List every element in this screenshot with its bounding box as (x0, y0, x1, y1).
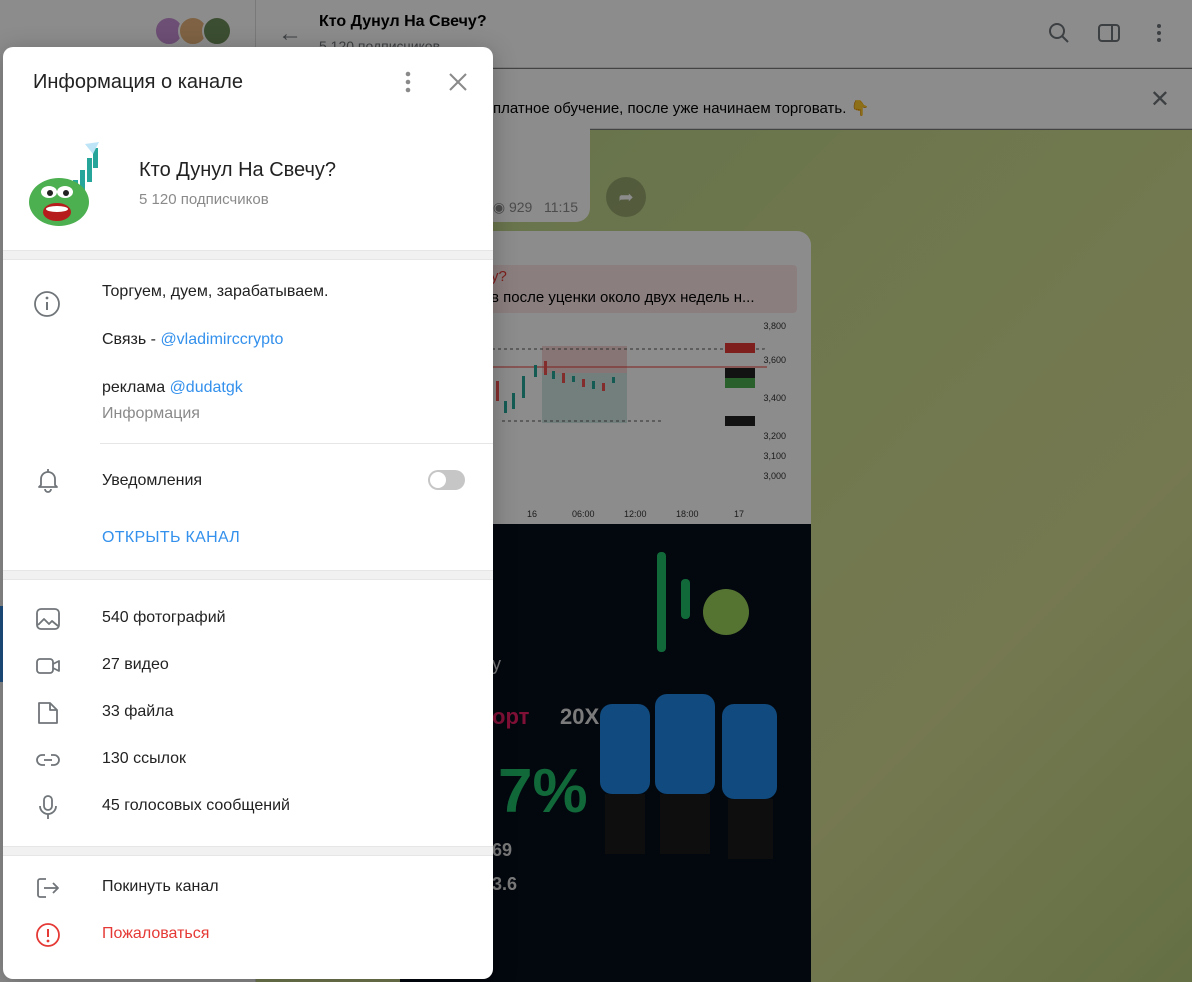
section-separator (3, 250, 493, 260)
ads-link[interactable]: @dudatgk (170, 379, 243, 396)
open-channel-button[interactable]: ОТКРЫТЬ КАНАЛ (102, 529, 240, 547)
media-label: 45 голосовых сообщений (102, 797, 290, 814)
media-label: 130 ссылок (102, 750, 187, 767)
channel-info-section: Торгуем, дуем, зарабатываем. Связь - @vl… (3, 260, 493, 570)
video-icon (36, 658, 60, 674)
channel-name: Кто Дунул На Свечу? (139, 159, 337, 181)
bell-icon (38, 469, 58, 493)
shared-media-section: 540 фотографий 27 видео 33 файла 130 ссы… (3, 580, 493, 846)
modal-header: Информация о канале (3, 47, 493, 117)
media-row-files[interactable]: 33 файла (3, 689, 493, 736)
ads-line: реклама @dudatgk (102, 379, 243, 397)
channel-info-modal: Информация о канале Кто Дунул На Свечу? … (3, 47, 493, 979)
leave-channel-button[interactable]: Покинуть канал (3, 864, 493, 911)
media-row-links[interactable]: 130 ссылок (3, 736, 493, 783)
more-vertical-icon[interactable] (401, 69, 415, 95)
info-icon (34, 291, 60, 317)
section-separator (3, 570, 493, 580)
subscriber-count: 5 120 подписчиков (139, 191, 269, 208)
microphone-icon (39, 795, 57, 819)
divider (100, 443, 493, 444)
notifications-toggle[interactable] (428, 470, 465, 490)
media-row-photos[interactable]: 540 фотографий (3, 595, 493, 642)
media-label: 540 фотографий (102, 609, 226, 626)
ads-prefix: реклама (102, 379, 170, 396)
channel-actions-section: Покинуть канал Пожаловаться (3, 856, 493, 979)
modal-title: Информация о канале (33, 71, 243, 93)
report-icon (36, 923, 60, 947)
report-button[interactable]: Пожаловаться (3, 911, 493, 958)
file-icon (38, 702, 58, 724)
link-icon (36, 754, 60, 766)
photo-icon (36, 608, 60, 630)
notifications-label: Уведомления (102, 472, 203, 489)
contact-line: Связь - @vladimirccrypto (102, 331, 283, 349)
section-separator (3, 846, 493, 856)
media-label: 33 файла (102, 703, 174, 720)
leave-channel-label: Покинуть канал (102, 878, 219, 895)
media-row-voice[interactable]: 45 голосовых сообщений (3, 783, 493, 830)
contact-prefix: Связь - (102, 331, 161, 348)
channel-description: Торгуем, дуем, зарабатываем. (102, 283, 329, 300)
info-label: Информация (102, 405, 200, 422)
media-label: 27 видео (102, 656, 169, 673)
channel-avatar[interactable] (27, 140, 99, 232)
leave-icon (37, 878, 59, 898)
report-label: Пожаловаться (102, 925, 210, 942)
close-icon[interactable] (447, 71, 469, 93)
media-row-videos[interactable]: 27 видео (3, 642, 493, 689)
channel-profile: Кто Дунул На Свечу? 5 120 подписчиков (3, 117, 493, 250)
contact-link[interactable]: @vladimirccrypto (160, 331, 283, 348)
